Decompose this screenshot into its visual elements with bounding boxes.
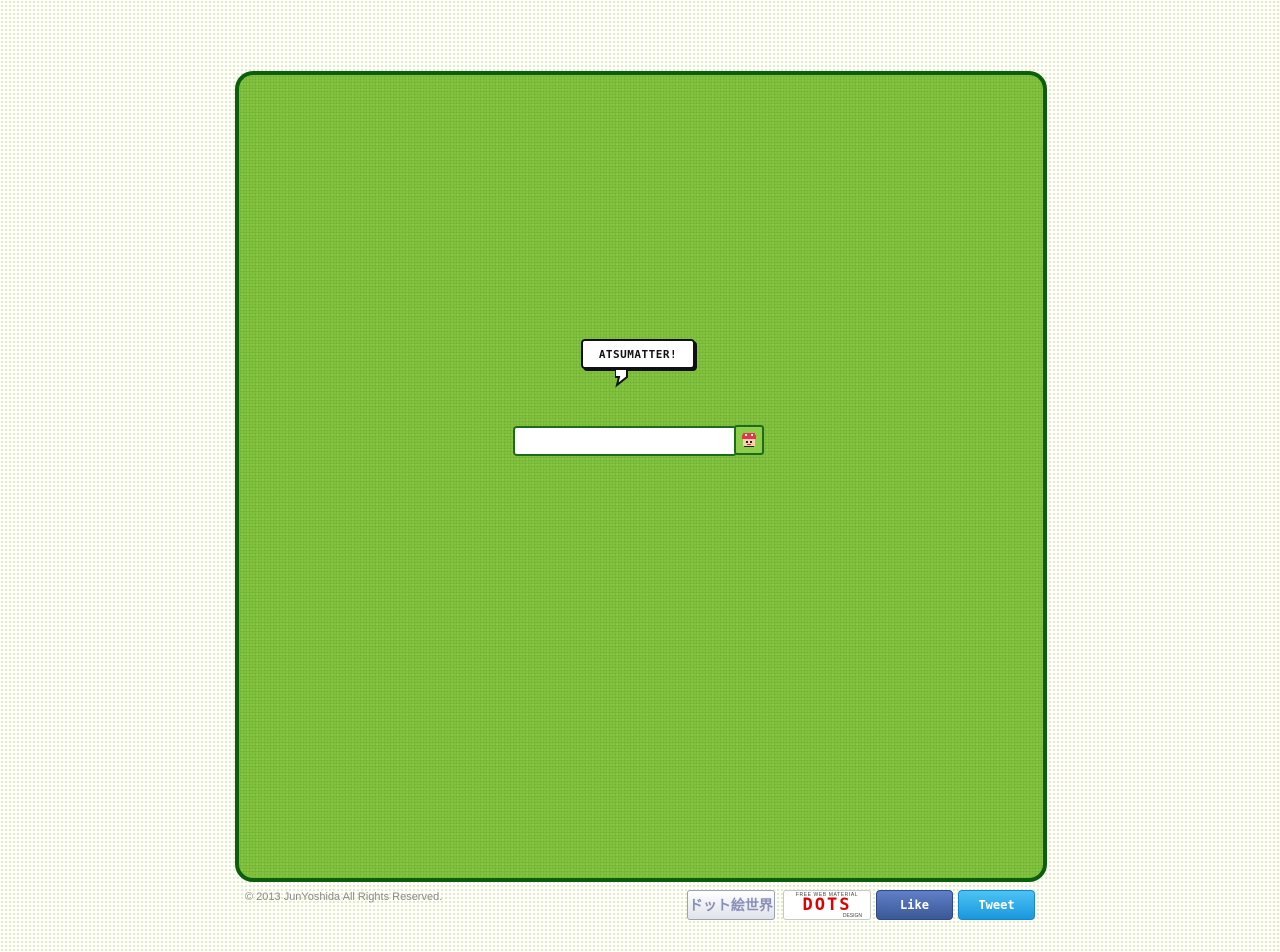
tweet-button[interactable]: Tweet [958, 890, 1035, 920]
dot-world-badge[interactable]: ドット絵世界 [687, 890, 775, 920]
search-input[interactable] [513, 426, 737, 456]
dot-world-badge-label: ドット絵世界 [689, 898, 773, 914]
dots-badge-sub-text: DESIGN [842, 912, 862, 919]
speech-bubble-text: ATSUMATTER! [598, 347, 678, 361]
dots-badge-logo-text: DOTS [802, 894, 852, 915]
search-button[interactable] [734, 425, 764, 455]
tweet-button-label: Tweet [978, 898, 1015, 912]
mushroom-face-icon [742, 433, 756, 447]
dots-design-badge[interactable]: FREE WEB MATERIAL DOTS DESIGN [783, 890, 871, 920]
like-button[interactable]: Like [876, 890, 953, 920]
copyright-text: © 2013 JunYoshida All Rights Reserved. [245, 891, 443, 903]
speech-bubble: ATSUMATTER! [581, 339, 695, 369]
like-button-label: Like [900, 898, 929, 912]
game-field [235, 71, 1047, 882]
